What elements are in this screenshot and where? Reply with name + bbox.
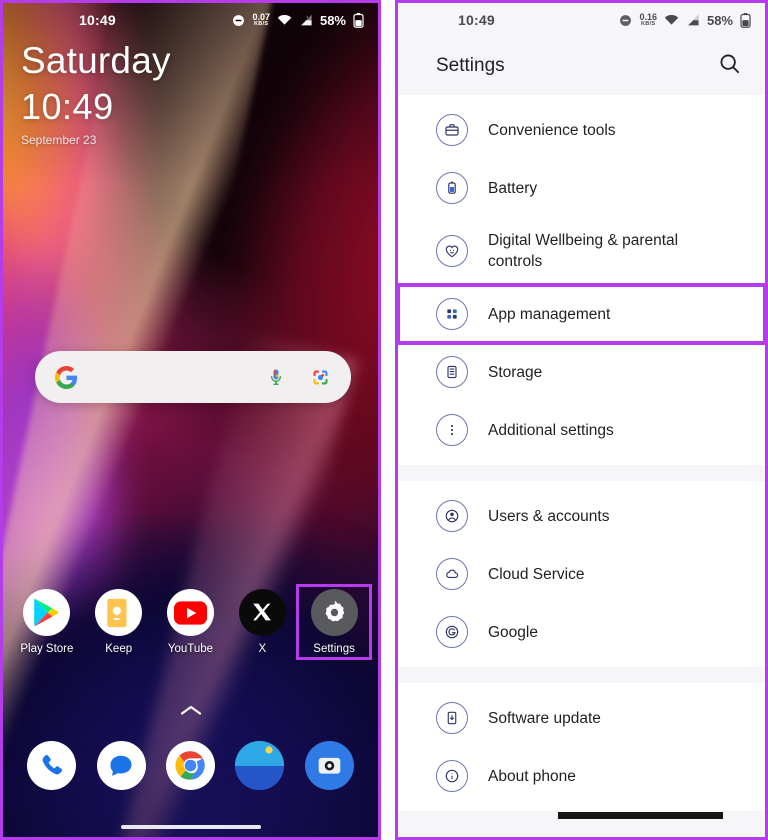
- left-phone-home-screen: 10:49 0.07 KB/S ¹ 58% Saturday 10:49 Sep…: [0, 0, 381, 840]
- settings-item-storage[interactable]: Storage: [398, 343, 765, 401]
- left-status-bar: 10:49 0.07 KB/S ¹ 58%: [3, 3, 378, 37]
- settings-item-label: About phone: [488, 767, 576, 785]
- youtube-icon: [166, 589, 214, 636]
- settings-item-digital-wellbeing[interactable]: Digital Wellbeing & parental controls: [398, 217, 765, 285]
- settings-group: Convenience tools Battery Digital Wellbe…: [398, 95, 765, 465]
- x-twitter-icon: [238, 589, 286, 636]
- battery-icon: [436, 172, 468, 204]
- navigation-pill[interactable]: [120, 825, 261, 829]
- more-vertical-icon: [436, 414, 468, 446]
- dual-phone-screenshot: 10:49 0.07 KB/S ¹ 58% Saturday 10:49 Sep…: [0, 0, 768, 840]
- app-label: Keep: [105, 643, 133, 655]
- user-account-icon: [436, 500, 468, 532]
- settings-item-label: App management: [488, 305, 611, 323]
- settings-gear-icon: [310, 589, 358, 636]
- battery-icon: [740, 12, 751, 28]
- battery-icon: [353, 12, 364, 28]
- search-icon[interactable]: [718, 52, 741, 80]
- camera-icon[interactable]: [304, 741, 354, 790]
- settings-item-label: Convenience tools: [488, 121, 616, 139]
- phone-icon[interactable]: [27, 741, 77, 790]
- briefcase-icon: [436, 114, 468, 146]
- cellular-signal-icon: ¹: [299, 14, 313, 27]
- dock: [3, 741, 378, 790]
- app-drawer-handle[interactable]: [3, 703, 378, 721]
- app-row: Play Store Keep YouTube X Settings: [3, 584, 378, 660]
- google-keep-icon: [95, 589, 143, 636]
- google-search-bar[interactable]: [35, 351, 351, 403]
- settings-item-about-phone[interactable]: About phone: [398, 747, 765, 805]
- settings-group: Users & accounts Cloud Service Google: [398, 481, 765, 667]
- messages-icon[interactable]: [96, 741, 146, 790]
- settings-item-label: Cloud Service: [488, 565, 585, 583]
- clock-widget[interactable]: Saturday 10:49 September 23: [21, 37, 171, 149]
- app-settings[interactable]: Settings: [296, 584, 373, 660]
- app-x[interactable]: X: [229, 589, 295, 655]
- network-speed-indicator: 0.16 KB/S: [639, 11, 657, 27]
- google-lens-icon[interactable]: [310, 367, 331, 388]
- app-play-store[interactable]: Play Store: [14, 589, 80, 655]
- chevron-up-icon: [180, 705, 201, 715]
- page-title: Settings: [436, 55, 505, 76]
- app-label: X: [258, 643, 267, 655]
- storage-icon: [436, 356, 468, 388]
- right-status-bar: 10:49 0.16 KB/S 58%: [398, 3, 765, 37]
- right-phone-settings-screen: 10:49 0.16 KB/S 58% Settings Convenience…: [395, 0, 768, 840]
- play-store-icon: [23, 589, 71, 636]
- app-label: Settings: [313, 643, 355, 655]
- settings-item-google[interactable]: Google: [398, 603, 765, 661]
- heart-wellbeing-icon: [436, 235, 468, 267]
- settings-item-additional-settings[interactable]: Additional settings: [398, 401, 765, 459]
- microphone-icon[interactable]: [266, 367, 286, 387]
- clock-time: 10:49: [21, 86, 114, 127]
- clock-day: Saturday: [21, 40, 171, 81]
- cellular-signal-icon: [686, 14, 700, 27]
- app-grid-icon: [436, 298, 468, 330]
- settings-item-label: Additional settings: [488, 421, 614, 439]
- settings-item-label: Users & accounts: [488, 507, 610, 525]
- settings-item-app-management[interactable]: App management: [398, 283, 765, 345]
- google-g-icon: [55, 365, 78, 389]
- dnd-icon: [232, 14, 245, 27]
- settings-item-battery[interactable]: Battery: [398, 159, 765, 217]
- settings-header: Settings: [398, 37, 765, 95]
- settings-item-label: Software update: [488, 709, 601, 727]
- app-youtube[interactable]: YouTube: [157, 589, 223, 655]
- battery-percentage: 58%: [319, 12, 346, 28]
- cloud-icon: [436, 558, 468, 590]
- status-bar-clock: 10:49: [79, 12, 116, 28]
- wifi-icon: [277, 14, 292, 26]
- google-circle-icon: [436, 616, 468, 648]
- settings-item-software-update[interactable]: Software update: [398, 689, 765, 747]
- settings-item-convenience-tools[interactable]: Convenience tools: [398, 101, 765, 159]
- clock-date: September 23: [21, 133, 97, 147]
- chrome-icon[interactable]: [165, 741, 215, 790]
- wifi-icon: [664, 14, 679, 26]
- settings-item-label: Digital Wellbeing & parental controls: [488, 232, 679, 270]
- software-update-icon: [436, 702, 468, 734]
- settings-item-label: Google: [488, 623, 538, 641]
- redaction-bar: [558, 812, 723, 819]
- settings-list[interactable]: Convenience tools Battery Digital Wellbe…: [398, 95, 765, 837]
- battery-percentage: 58%: [706, 12, 733, 28]
- app-label: Play Store: [20, 643, 74, 655]
- dnd-icon: [619, 14, 632, 27]
- app-label: YouTube: [167, 643, 214, 655]
- network-speed-indicator: 0.07 KB/S: [252, 11, 270, 27]
- gallery-icon[interactable]: [235, 741, 285, 790]
- settings-group: Software update About phone: [398, 683, 765, 811]
- settings-item-users-accounts[interactable]: Users & accounts: [398, 487, 765, 545]
- info-phone-icon: [436, 760, 468, 792]
- settings-item-label: Battery: [488, 179, 538, 197]
- app-keep[interactable]: Keep: [86, 589, 152, 655]
- settings-item-cloud-service[interactable]: Cloud Service: [398, 545, 765, 603]
- status-bar-clock: 10:49: [458, 12, 495, 28]
- settings-item-label: Storage: [488, 363, 543, 381]
